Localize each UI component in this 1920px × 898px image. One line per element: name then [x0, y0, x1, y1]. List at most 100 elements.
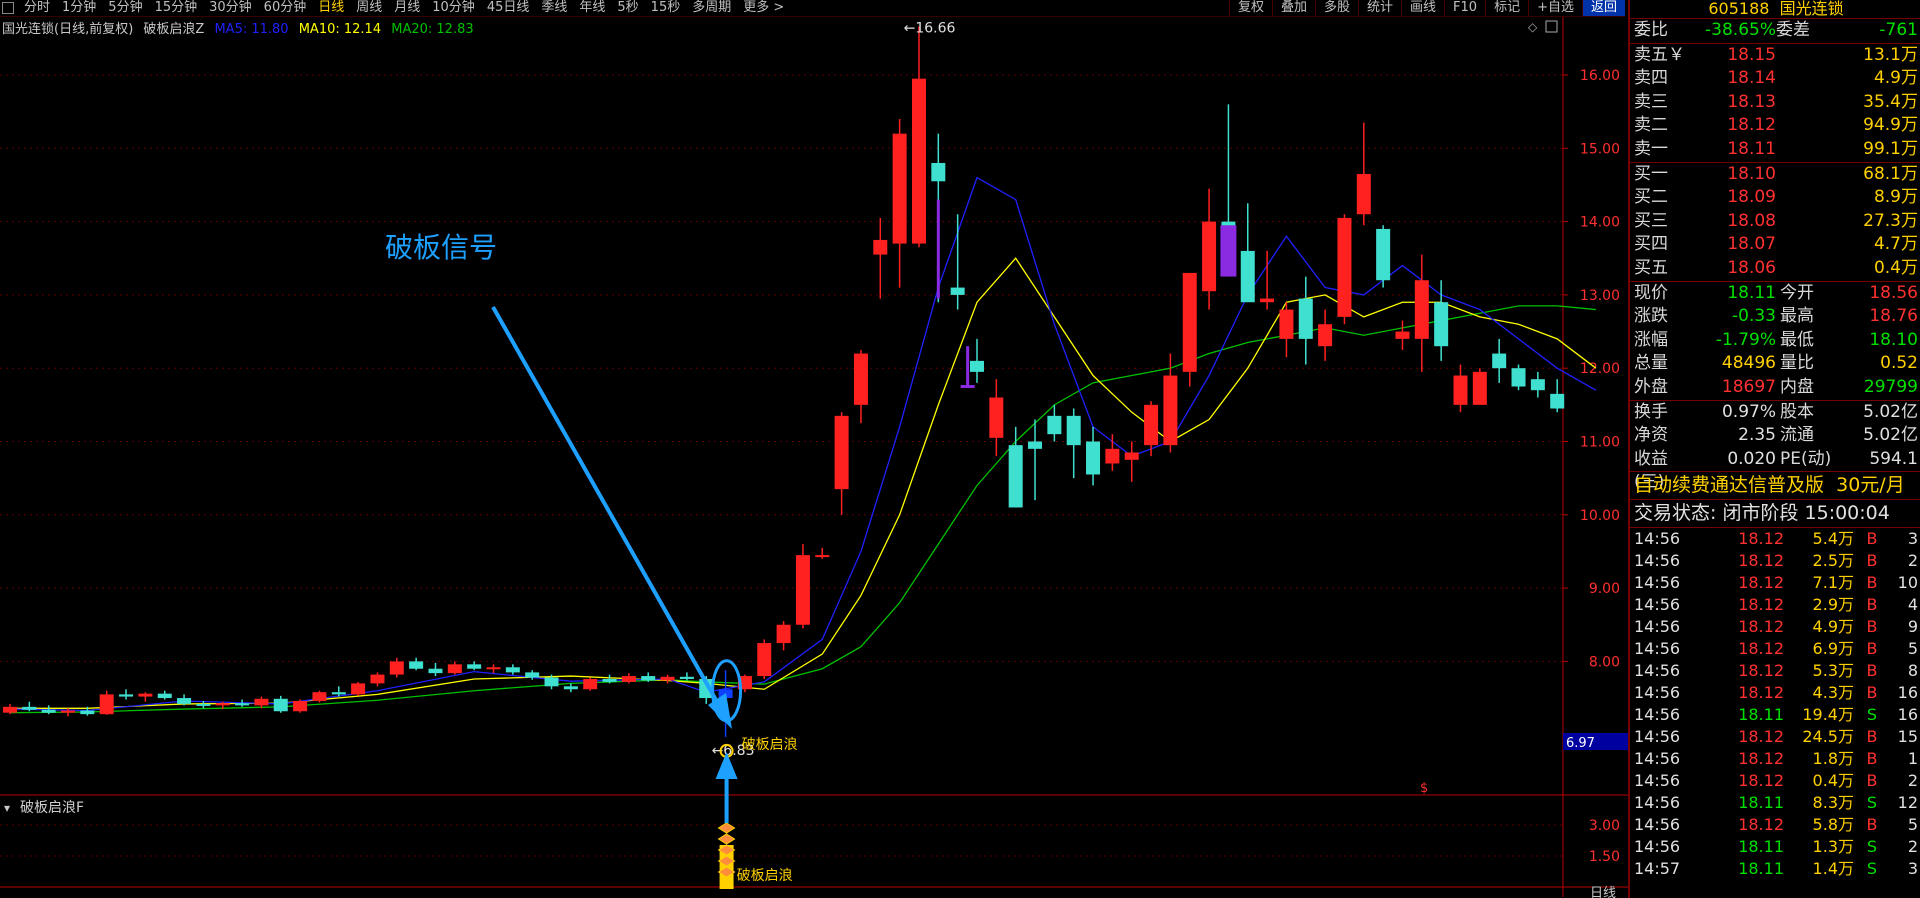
price-label: 8.00	[1589, 654, 1620, 670]
tick-side: B	[1866, 815, 1878, 835]
tick-price: 18.12	[1738, 661, 1784, 681]
ma20-legend: MA20: 12.83	[391, 22, 474, 37]
period-tab-5[interactable]: 60分钟	[258, 0, 313, 16]
tool-button-1[interactable]: 叠加	[1271, 0, 1315, 16]
candle-body	[157, 693, 172, 699]
tick-list[interactable]: 14:56 18.12 5.4万 B 3 14:56 18.12 2.5万 B 2 14:56 18.…	[1630, 527, 1920, 880]
period-tab-1[interactable]: 1分钟	[56, 0, 102, 16]
period-tab-14[interactable]: 15秒	[645, 0, 687, 16]
current-price-label: 6.97	[1566, 736, 1595, 751]
tick-side: B	[1866, 529, 1878, 549]
tick-price: 18.11	[1738, 705, 1784, 725]
candle-body	[641, 676, 656, 681]
candle-body	[563, 686, 578, 690]
tool-button-5[interactable]: F10	[1444, 0, 1485, 16]
tick-volume: 2.5万	[1812, 551, 1854, 571]
weibi-row: 委比 -38.65% 委差 -761	[1630, 19, 1920, 43]
price-label: 15.00	[1580, 141, 1620, 157]
candle-body	[544, 677, 559, 687]
stock-name: 国光连锁	[1779, 0, 1844, 18]
candle-body	[1008, 445, 1023, 508]
period-tab-12[interactable]: 年线	[573, 0, 611, 16]
tick-row: 14:56 18.11 1.3万 S 2	[1630, 836, 1920, 858]
tick-volume: 4.9万	[1812, 617, 1854, 637]
menu-icon[interactable]	[2, 2, 14, 14]
period-tab-4[interactable]: 30分钟	[203, 0, 258, 16]
candle-body	[119, 694, 134, 697]
period-tab-9[interactable]: 10分钟	[426, 0, 481, 16]
period-tab-8[interactable]: 月线	[388, 0, 426, 16]
stat-label: 收益(三)	[1634, 448, 1668, 493]
tool-button-0[interactable]: 复权	[1228, 0, 1272, 16]
candle-body	[409, 661, 424, 669]
ask-label: 卖四	[1634, 68, 1668, 89]
tick-price: 18.12	[1738, 683, 1784, 703]
stock-title: 国光连锁(日线,前复权)	[2, 22, 134, 37]
price-label: 14.00	[1580, 215, 1620, 231]
bid-volume: 4.7万	[1873, 234, 1918, 255]
tool-button-4[interactable]: 画线	[1401, 0, 1444, 16]
stat-value: 0.97%	[1721, 401, 1776, 422]
period-tab-0[interactable]: 分时	[18, 0, 56, 16]
candle-body	[1086, 441, 1101, 475]
bid-volume: 8.9万	[1873, 187, 1918, 208]
candle-body	[776, 624, 791, 644]
ask-row: 卖四 18.14 4.9万	[1630, 67, 1920, 91]
candle-body	[215, 703, 230, 706]
tick-price: 18.11	[1738, 859, 1784, 879]
candle-body	[1279, 309, 1294, 339]
tick-price: 18.12	[1738, 727, 1784, 747]
dividend-marker: $	[1420, 781, 1428, 796]
tick-volume: 4.3万	[1812, 683, 1854, 703]
tick-volume: 8.3万	[1812, 793, 1854, 813]
tick-price: 18.11	[1738, 837, 1784, 857]
period-tab-7[interactable]: 周线	[350, 0, 388, 16]
period-tab-11[interactable]: 季线	[535, 0, 573, 16]
candle-body	[621, 676, 636, 682]
stat-label: 涨跌	[1634, 306, 1668, 327]
tick-price: 18.12	[1738, 573, 1784, 593]
indicator-name[interactable]: 破板启浪Z	[143, 22, 204, 37]
stat-row: 净资 2.35 流通 5.02亿	[1630, 424, 1920, 448]
tick-price: 18.12	[1738, 529, 1784, 549]
tick-price: 18.11	[1738, 793, 1784, 813]
period-tab-16[interactable]: 更多 >	[737, 0, 790, 16]
tick-side: B	[1866, 749, 1878, 769]
period-tab-6[interactable]: 日线	[312, 0, 350, 16]
candle-body	[447, 664, 462, 674]
tool-button-8[interactable]: 返回	[1581, 0, 1625, 16]
tool-button-3[interactable]: 统计	[1358, 0, 1401, 16]
tool-button-7[interactable]: +自选	[1528, 0, 1582, 16]
quote-panel: 605188 国光连锁 委比 -38.65% 委差 -761 卖五￥ 18.15 1…	[1628, 0, 1920, 898]
candle-body	[1163, 375, 1178, 446]
kline-canvas[interactable]: 16.00 15.00 14.00 13.00 12.00 11.00 10.00 9.00 8…	[0, 17, 1628, 898]
bid-price: 18.07	[1727, 234, 1776, 255]
candle-body	[757, 643, 772, 677]
tick-side: S	[1866, 793, 1878, 813]
chart-tools: 复权 叠加 多股 统计 画线 F10 标记 +自选 返回	[1228, 0, 1625, 16]
candle-body	[138, 693, 153, 697]
period-tab-10[interactable]: 45日线	[481, 0, 536, 16]
period-tab-3[interactable]: 15分钟	[149, 0, 204, 16]
candle-body	[1492, 353, 1507, 369]
bid-row: 买三 18.08 27.3万	[1630, 210, 1920, 234]
bid-row: 买四 18.07 4.7万	[1630, 233, 1920, 257]
subpanel-toggle-icon: ▾	[4, 801, 10, 815]
ask-row: 卖二 18.12 94.9万	[1630, 114, 1920, 138]
weibi-value: -38.65%	[1705, 20, 1776, 40]
promo-text: 自动续费通达信普及版	[1634, 474, 1825, 497]
promo-banner[interactable]: 自动续费通达信普及版 30元/月	[1630, 471, 1920, 499]
tool-button-2[interactable]: 多股	[1314, 0, 1358, 16]
bid-price: 18.09	[1727, 187, 1776, 208]
period-tab-15[interactable]: 多周期	[686, 0, 737, 16]
tool-button-6[interactable]: 标记	[1485, 0, 1528, 16]
candle-body	[467, 664, 482, 669]
trade-status: 交易状态: 闭市阶段 15:00:04	[1630, 499, 1920, 527]
period-tab-2[interactable]: 5分钟	[102, 0, 148, 16]
candle-body	[660, 676, 675, 681]
kline-chart[interactable]: 16.00 15.00 14.00 13.00 12.00 11.00 10.00 9.00 8…	[0, 17, 1628, 898]
tick-time: 14:56	[1634, 793, 1681, 813]
period-tab-13[interactable]: 5秒	[611, 0, 644, 16]
